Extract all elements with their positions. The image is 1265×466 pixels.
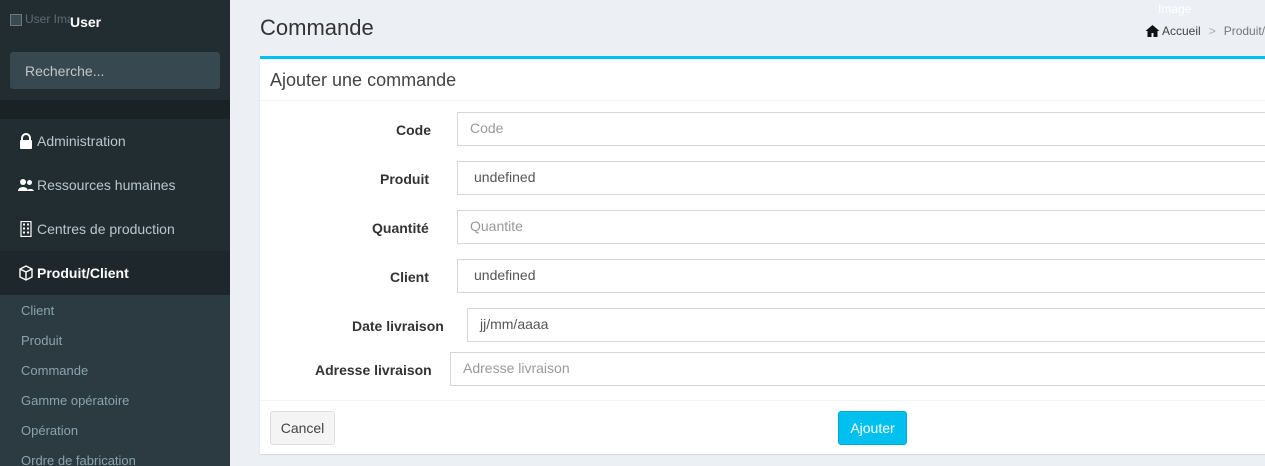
users-icon [18, 177, 34, 193]
search-input[interactable]: Recherche... [10, 52, 220, 89]
code-input[interactable]: Code [457, 112, 1265, 146]
broken-image-icon [10, 13, 22, 26]
sidebar: User Image User Recherche... Administrat… [0, 0, 230, 466]
client-label: Client [390, 269, 429, 285]
sidebar-item-label: Administration [37, 133, 126, 149]
sidebar-item-ressources-humaines[interactable]: Ressources humaines [0, 163, 230, 207]
menu-header [0, 100, 230, 119]
form-box: Ajouter une commande Code Code Produit u… [260, 56, 1265, 454]
form-title: Ajouter une commande [270, 70, 457, 90]
produit-select[interactable]: undefined [457, 161, 1265, 195]
produit-label: Produit [380, 171, 429, 187]
submenu-item-operation[interactable]: Opération [21, 423, 78, 438]
cancel-button[interactable]: Cancel [270, 411, 335, 445]
ajouter-button[interactable]: Ajouter [838, 411, 907, 445]
user-panel: User Image User [0, 0, 230, 46]
breadcrumb-current: Produit/C [1223, 24, 1265, 38]
cube-icon [18, 265, 34, 281]
user-image-alt: User Image [25, 12, 70, 26]
header-image-alt: Image [1158, 2, 1192, 16]
submenu-item-client[interactable]: Client [21, 303, 54, 318]
date-livraison-label: Date livraison [352, 318, 444, 334]
quantite-input[interactable]: Quantite [457, 210, 1265, 244]
submenu-item-commande[interactable]: Commande [21, 363, 88, 378]
lock-icon [18, 133, 34, 149]
adresse-livraison-input[interactable]: Adresse livraison [450, 352, 1265, 386]
submenu-item-gamme-operatoire[interactable]: Gamme opératoire [21, 393, 129, 408]
sidebar-item-administration[interactable]: Administration [0, 119, 230, 163]
client-select[interactable]: undefined [457, 259, 1265, 293]
submenu-item-produit[interactable]: Produit [21, 333, 62, 348]
sidebar-item-centres-de-production[interactable]: Centres de production [0, 207, 230, 251]
submenu-item-ordre-de-fabrication[interactable]: Ordre de fabrication [21, 453, 136, 466]
code-label: Code [396, 122, 431, 138]
breadcrumb-home[interactable]: Accueil [1162, 24, 1201, 38]
home-icon [1145, 24, 1160, 38]
date-livraison-input[interactable]: jj/mm/aaaa [467, 308, 1265, 342]
user-name: User [70, 14, 102, 30]
quantite-label: Quantité [372, 220, 429, 236]
sidebar-item-label: Ressources humaines [37, 177, 176, 193]
adresse-livraison-label: Adresse livraison [315, 362, 432, 378]
sidebar-item-label: Centres de production [37, 221, 175, 237]
page-title: Commande [260, 15, 374, 40]
breadcrumb-separator: > [1208, 24, 1216, 38]
divider [260, 100, 1265, 101]
user-avatar: User Image [10, 12, 70, 30]
breadcrumb: Accueil > Produit/C [1145, 24, 1265, 38]
submenu: Client Produit Commande Gamme opératoire… [0, 295, 230, 466]
sidebar-item-produit-client[interactable]: Produit/Client [0, 251, 230, 295]
building-icon [18, 221, 34, 237]
sidebar-item-label: Produit/Client [37, 265, 129, 281]
divider [260, 400, 1265, 401]
